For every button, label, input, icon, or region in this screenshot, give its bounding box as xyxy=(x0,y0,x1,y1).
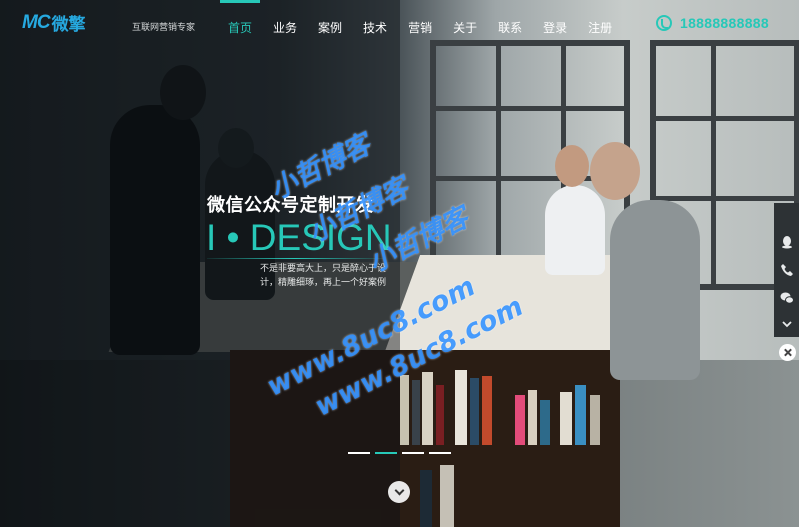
chevron-down-icon[interactable] xyxy=(774,311,799,337)
nav-item-cases[interactable]: 案例 xyxy=(318,0,342,52)
slider-dot[interactable] xyxy=(429,452,451,454)
logo-text: 微擎 xyxy=(51,15,86,34)
nav-item-marketing[interactable]: 营销 xyxy=(408,0,432,52)
phone-icon[interactable] xyxy=(774,257,799,283)
person-head xyxy=(555,145,589,187)
hero-divider xyxy=(207,258,383,259)
slider-dot[interactable] xyxy=(402,452,424,454)
nav-item-home[interactable]: 首页 xyxy=(219,0,261,52)
top-header: MC 微擎 互联网营销专家 首页 业务 案例 技术 营销 关于 联系 登录 注册… xyxy=(0,0,799,52)
qq-icon[interactable] xyxy=(774,229,799,255)
nav-item-business[interactable]: 业务 xyxy=(273,0,297,52)
site-tagline: 互联网营销专家 xyxy=(132,23,196,33)
site-logo[interactable]: MC 微擎 xyxy=(22,10,86,35)
nav-item-tech[interactable]: 技术 xyxy=(363,0,387,52)
slider-dot[interactable] xyxy=(348,452,370,454)
wechat-icon[interactable] xyxy=(774,285,799,311)
slider-dot-active[interactable] xyxy=(375,452,397,454)
nav-item-contact[interactable]: 联系 xyxy=(498,0,522,52)
nav-item-about[interactable]: 关于 xyxy=(453,0,477,52)
logo-mark: MC xyxy=(22,11,51,33)
float-contact-bar xyxy=(774,203,799,337)
hero-description: 不是非要高大上，只是醉心于设计，精雕细琢，再上一个好案例 xyxy=(259,264,386,288)
hotline[interactable]: 18888888888 xyxy=(656,15,769,31)
nav-item-register[interactable]: 注册 xyxy=(588,0,612,52)
person-head xyxy=(590,142,640,200)
phone-number: 18888888888 xyxy=(680,15,769,31)
slider-pagination xyxy=(348,452,456,454)
scroll-down-button[interactable] xyxy=(388,481,410,503)
main-nav: 首页 业务 案例 技术 营销 关于 联系 登录 注册 xyxy=(219,0,633,52)
phone-icon xyxy=(656,15,672,31)
close-float-button[interactable] xyxy=(779,344,796,361)
person-silhouette xyxy=(610,200,700,380)
person-silhouette xyxy=(545,185,605,275)
nav-item-login[interactable]: 登录 xyxy=(543,0,567,52)
